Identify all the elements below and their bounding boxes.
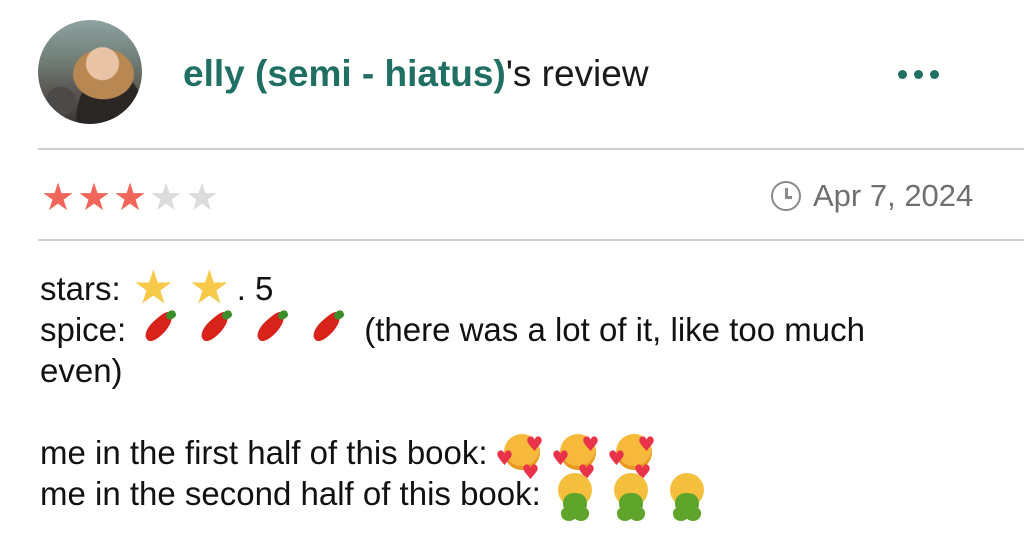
- star-emoji-icon: [133, 264, 177, 310]
- review-header: elly (semi - hiatus)'s review: [0, 0, 1024, 148]
- second-half-text: me in the second half of this book:: [40, 475, 541, 512]
- divider: [38, 239, 1024, 241]
- first-half-text: me in the first half of this book:: [40, 434, 488, 471]
- review-title: elly (semi - hiatus)'s review: [183, 52, 649, 96]
- username-link[interactable]: elly (semi - hiatus): [183, 53, 506, 94]
- review-body: stars: . 5 spice: (there was a lot of it, …: [40, 264, 1000, 515]
- star-empty-icon: ★: [148, 175, 184, 219]
- spice-comment: (there was a lot of it, like too much: [364, 311, 865, 348]
- star-emoji-icon: [189, 264, 233, 310]
- stars-label: stars:: [40, 270, 121, 307]
- date-text: Apr 7, 2024: [813, 178, 974, 213]
- more-options-icon[interactable]: [892, 62, 944, 86]
- stars-line: stars: . 5: [40, 264, 1000, 310]
- vomiting-face-icon: [553, 473, 597, 515]
- vomiting-face-icon: [609, 473, 653, 515]
- first-half-line: me in the first half of this book:: [40, 424, 1000, 473]
- divider: [38, 148, 1024, 150]
- review-title-suffix: 's review: [505, 53, 649, 94]
- spice-line: spice: (there was a lot of it, like too m…: [40, 309, 1000, 350]
- chili-pepper-icon: [306, 309, 350, 349]
- review-date: Apr 7, 2024: [771, 178, 973, 214]
- spice-comment-continued: even): [40, 352, 123, 389]
- avatar[interactable]: [38, 20, 142, 124]
- smiling-face-with-hearts-icon: [500, 424, 544, 472]
- star-filled-icon: ★: [76, 175, 112, 219]
- star-empty-icon: ★: [184, 175, 220, 219]
- smiling-face-with-hearts-icon: [612, 424, 656, 472]
- star-filled-icon: ★: [112, 175, 148, 219]
- more-dot: [913, 69, 923, 79]
- chili-pepper-icon: [250, 309, 294, 349]
- chili-pepper-icon: [194, 309, 238, 349]
- more-dot: [929, 69, 939, 79]
- spice-label: spice:: [40, 311, 127, 348]
- stars-suffix: . 5: [236, 270, 274, 307]
- smiling-face-with-hearts-icon: [556, 424, 600, 472]
- chili-pepper-icon: [138, 309, 182, 349]
- second-half-line: me in the second half of this book:: [40, 473, 1000, 515]
- vomiting-face-icon: [665, 473, 709, 515]
- star-rating: ★ ★ ★ ★ ★: [40, 178, 220, 216]
- more-dot: [897, 69, 907, 79]
- clock-icon: [771, 181, 801, 211]
- star-filled-icon: ★: [40, 175, 76, 219]
